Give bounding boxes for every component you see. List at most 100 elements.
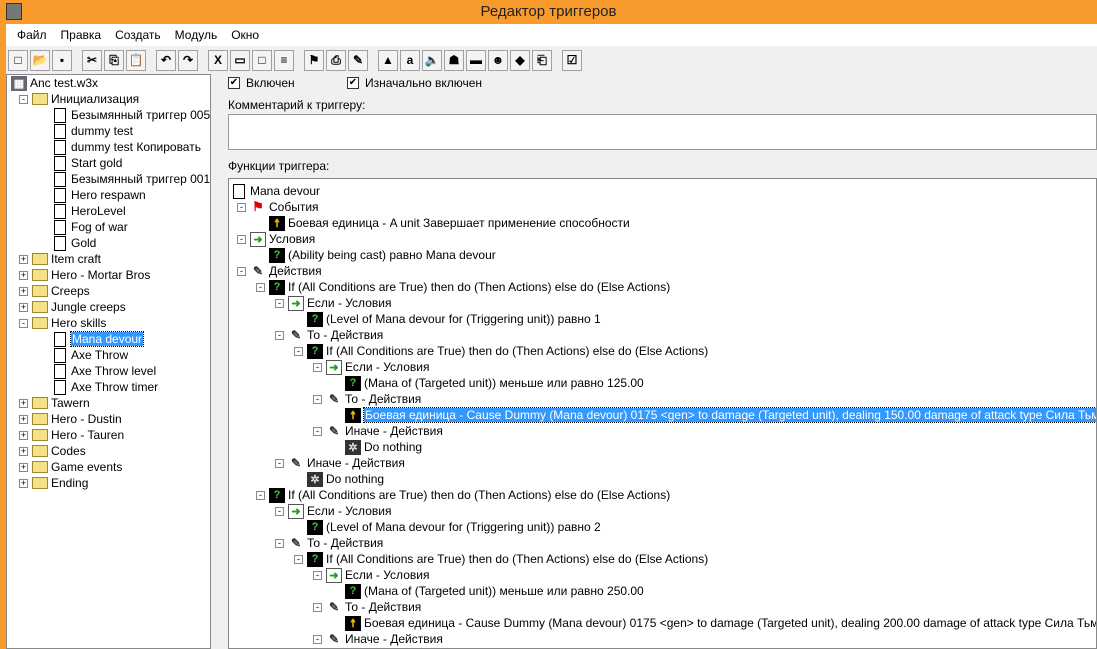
new-condition-button[interactable]: ⎙ (326, 49, 346, 71)
new-event-button[interactable]: ⚑ (304, 49, 324, 71)
tree-item[interactable]: Axe Throw (52, 347, 128, 363)
tree-item[interactable]: ✎ Иначе - Действия (326, 423, 443, 439)
open-button[interactable]: 📂 (30, 49, 50, 71)
collapse-toggle[interactable]: - (313, 427, 322, 436)
collapse-toggle[interactable]: - (313, 363, 322, 372)
ai-editor-button[interactable]: ☻ (488, 49, 508, 71)
new-category-button[interactable]: ▭ (230, 49, 250, 71)
collapse-toggle[interactable]: - (294, 555, 303, 564)
expand-toggle[interactable]: + (19, 447, 28, 456)
tree-item[interactable]: ✎ Действия (250, 263, 322, 279)
tree-item[interactable]: ? If (All Conditions are True) then do (T… (307, 551, 708, 567)
collapse-toggle[interactable]: - (313, 571, 322, 580)
copy-button[interactable]: ⎘ (104, 49, 124, 71)
map-root[interactable]: ▦ Anc test.w3x (11, 75, 98, 91)
expand-toggle[interactable]: + (19, 303, 28, 312)
comment-textarea[interactable] (228, 114, 1097, 150)
delete-button[interactable]: X (208, 49, 228, 71)
terrain-editor-button[interactable]: ▲ (378, 49, 398, 71)
tree-item[interactable]: ? If (All Conditions are True) then do (T… (269, 279, 670, 295)
tree-item[interactable]: Codes (32, 443, 86, 459)
menu-create[interactable]: Создать (109, 28, 169, 42)
tree-item[interactable]: ☨ Боевая единица - Cause Dummy (Mana devo… (345, 407, 1096, 423)
expand-toggle[interactable]: + (19, 479, 28, 488)
tree-item[interactable]: ➜ Условия (250, 231, 315, 247)
tree-item[interactable]: Hero - Dustin (32, 411, 122, 427)
collapse-toggle[interactable]: - (275, 299, 284, 308)
tree-item[interactable]: Mana devour (231, 183, 320, 199)
paste-button[interactable]: 📋 (126, 49, 146, 71)
tree-item[interactable]: Item craft (32, 251, 101, 267)
new-comment-button[interactable]: ≡ (274, 49, 294, 71)
tree-item[interactable]: Game events (32, 459, 122, 475)
tree-item[interactable]: ? (Ability being cast) равно Mana devour (269, 247, 496, 263)
new-button[interactable]: □ (8, 49, 28, 71)
undo-button[interactable]: ↶ (156, 49, 176, 71)
tree-item[interactable]: ✎ То - Действия (326, 391, 421, 407)
enabled-checkbox[interactable]: ✔ Включен (228, 76, 295, 90)
tree-item[interactable]: ➜ Если - Условия (288, 503, 391, 519)
object-manager-button[interactable]: ◆ (510, 49, 530, 71)
redo-button[interactable]: ↷ (178, 49, 198, 71)
tree-item[interactable]: Tawern (32, 395, 90, 411)
tree-item[interactable]: Ending (32, 475, 88, 491)
campaign-editor-button[interactable]: ▬ (466, 49, 486, 71)
collapse-toggle[interactable]: - (294, 347, 303, 356)
tree-item[interactable]: ✲Do nothing (307, 471, 384, 487)
menu-module[interactable]: Модуль (169, 28, 226, 42)
tree-item[interactable]: ? (Мана of (Targeted unit)) меньше или ра… (345, 375, 644, 391)
tree-item[interactable]: ? If (All Conditions are True) then do (T… (269, 487, 670, 503)
expand-toggle[interactable]: + (19, 287, 28, 296)
tree-item[interactable]: Fog of war (52, 219, 128, 235)
tree-item[interactable]: ✎ Иначе - Действия (288, 455, 405, 471)
tree-item[interactable]: HeroLevel (52, 203, 126, 219)
tree-item[interactable]: ✎ Иначе - Действия (326, 631, 443, 647)
collapse-toggle[interactable]: - (275, 459, 284, 468)
expand-toggle[interactable]: + (19, 431, 28, 440)
collapse-toggle[interactable]: - (313, 395, 322, 404)
tree-item[interactable]: Axe Throw level (52, 363, 156, 379)
tree-item[interactable]: ➜ Если - Условия (288, 295, 391, 311)
tree-item[interactable]: dummy test Копировать (52, 139, 201, 155)
tree-item[interactable]: Hero respawn (52, 187, 146, 203)
trigger-editor-button[interactable]: a (400, 49, 420, 71)
menu-edit[interactable]: Правка (55, 28, 110, 42)
tree-item[interactable]: Hero skills (32, 315, 106, 331)
test-map-button[interactable]: ☑ (562, 49, 582, 71)
sound-editor-button[interactable]: 🔈 (422, 49, 442, 71)
tree-item[interactable]: Axe Throw timer (52, 379, 158, 395)
expand-toggle[interactable]: + (19, 255, 28, 264)
import-manager-button[interactable]: ⎗ (532, 49, 552, 71)
collapse-toggle[interactable]: - (275, 331, 284, 340)
collapse-toggle[interactable]: - (19, 95, 28, 104)
collapse-toggle[interactable]: - (237, 267, 246, 276)
tree-item[interactable]: ? (Level of Mana devour for (Triggering u… (307, 519, 601, 535)
tree-item[interactable]: ✎ То - Действия (326, 599, 421, 615)
save-button[interactable]: ▪ (52, 49, 72, 71)
tree-item[interactable]: ? (Мана of (Targeted unit)) меньше или ра… (345, 583, 644, 599)
object-editor-button[interactable]: ☗ (444, 49, 464, 71)
collapse-toggle[interactable]: - (275, 507, 284, 516)
tree-item[interactable]: Mana devour (52, 331, 145, 347)
collapse-toggle[interactable]: - (19, 319, 28, 328)
cut-button[interactable]: ✂ (82, 49, 102, 71)
expand-toggle[interactable]: + (19, 271, 28, 280)
trigger-list-tree[interactable]: ▦ Anc test.w3x - Инициализация Безымянный … (6, 74, 211, 649)
tree-item[interactable]: ✎ То - Действия (288, 535, 383, 551)
tree-item[interactable]: Jungle creeps (32, 299, 126, 315)
collapse-toggle[interactable]: - (256, 283, 265, 292)
collapse-toggle[interactable]: - (256, 491, 265, 500)
new-trigger-button[interactable]: □ (252, 49, 272, 71)
collapse-toggle[interactable]: - (237, 235, 246, 244)
tree-item[interactable]: ☨ Боевая единица - Cause Dummy (Mana devo… (345, 615, 1096, 631)
tree-item[interactable]: ➜ Если - Условия (326, 359, 429, 375)
tree-item[interactable]: Безымянный триггер 005 (52, 107, 210, 123)
collapse-toggle[interactable]: - (313, 603, 322, 612)
tree-item[interactable]: dummy test (52, 123, 133, 139)
tree-item[interactable]: Hero - Tauren (32, 427, 124, 443)
trigger-functions-tree[interactable]: Mana devour - ⚑ События ☨ Боевая единица - A … (228, 178, 1097, 649)
tree-item[interactable]: ➜ Если - Условия (326, 567, 429, 583)
tree-item[interactable]: Creeps (32, 283, 90, 299)
tree-item[interactable]: ? (Level of Mana devour for (Triggering u… (307, 311, 601, 327)
menu-window[interactable]: Окно (225, 28, 267, 42)
